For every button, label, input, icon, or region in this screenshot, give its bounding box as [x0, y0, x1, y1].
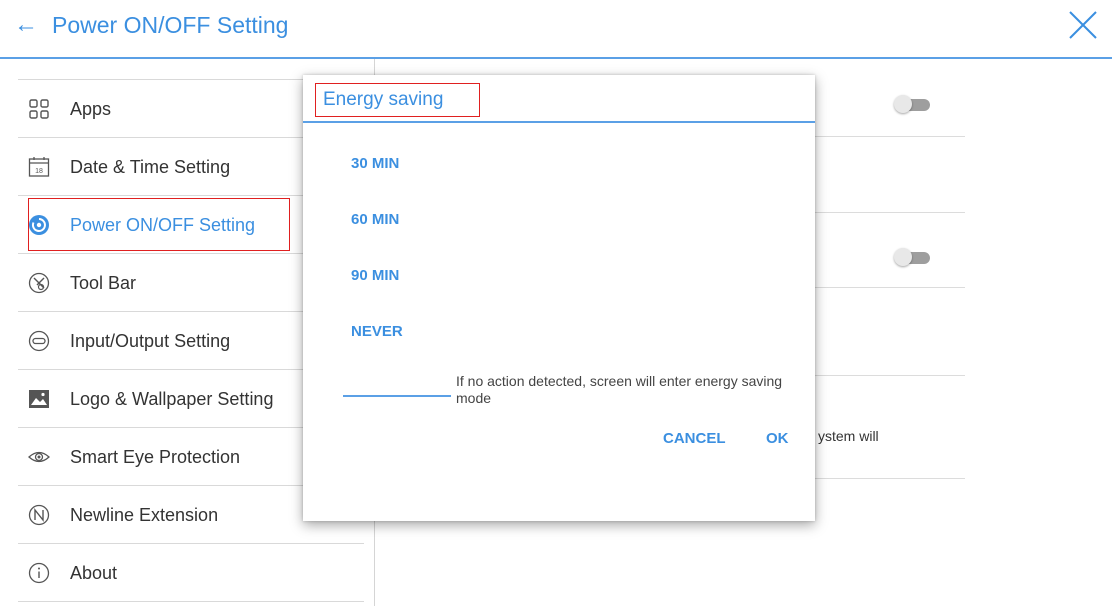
sidebar-item-label: Apps — [70, 99, 112, 119]
sidebar-item-label: Input/Output Setting — [70, 331, 231, 351]
newline-icon — [28, 504, 50, 526]
back-arrow-icon[interactable]: ← — [14, 10, 38, 40]
sidebar-item-label: Tool Bar — [70, 273, 137, 293]
tools-icon — [28, 272, 50, 294]
toggle-knob — [894, 248, 912, 266]
dialog-title-divider — [303, 121, 815, 123]
image-icon — [29, 390, 49, 408]
calendar-icon: 18 — [28, 157, 50, 177]
toggle-switch[interactable] — [894, 95, 930, 113]
dialog-description: If no action detected, screen will enter… — [456, 373, 783, 406]
toggle-switch[interactable] — [894, 248, 930, 266]
sidebar-item-label: About — [70, 563, 118, 583]
option-60-min[interactable]: 60 MIN — [351, 210, 399, 230]
sidebar-item-label: Date & Time Setting — [70, 157, 231, 177]
page-title: Power ON/OFF Setting — [52, 12, 289, 38]
toggle-knob — [894, 95, 912, 113]
header: ← Power ON/OFF Setting — [0, 0, 1112, 58]
active-item-highlight — [28, 198, 290, 251]
option-never[interactable]: NEVER — [351, 322, 403, 342]
close-icon[interactable] — [1064, 4, 1104, 44]
setting-description-partial: ystem will — [818, 428, 879, 444]
ok-button[interactable]: OK — [766, 429, 789, 449]
cancel-button[interactable]: CANCEL — [663, 429, 726, 449]
sidebar-item-label: Newline Extension — [70, 505, 219, 525]
svg-text:18: 18 — [35, 168, 43, 175]
apps-grid-icon — [29, 99, 49, 119]
info-icon — [28, 562, 50, 584]
energy-saving-dialog: Energy saving 30 MIN 60 MIN 90 MIN NEVER… — [303, 75, 815, 521]
option-30-min[interactable]: 30 MIN — [351, 154, 399, 174]
eye-icon — [28, 451, 50, 463]
input-output-icon — [28, 330, 50, 352]
sidebar-item-label: Logo & Wallpaper Setting — [70, 389, 274, 409]
selection-indicator-line — [343, 395, 451, 397]
dialog-title: Energy saving — [323, 89, 444, 110]
option-90-min[interactable]: 90 MIN — [351, 266, 399, 286]
sidebar-item-label: Smart Eye Protection — [70, 447, 241, 467]
sidebar-item-about[interactable]: About — [18, 544, 364, 602]
